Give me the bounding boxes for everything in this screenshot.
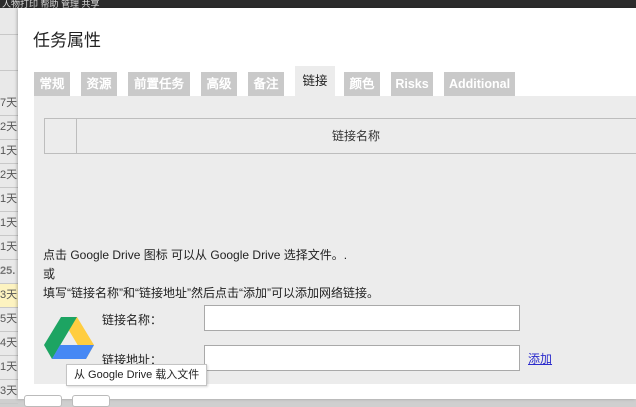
background-toolbar-cell	[0, 8, 18, 35]
gdrive-tooltip: 从 Google Drive 载入文件	[66, 364, 208, 386]
background-row: 25.	[0, 260, 18, 284]
background-row: 1天	[0, 236, 18, 260]
link-name-label: 链接名称：	[102, 313, 163, 327]
background-task-grid: 7天 2天 1天 2天 1天 1天 1天 25. 3天 5天 4天 1天 3天	[0, 8, 19, 404]
task-properties-dialog: 任务属性 常规 资源 前置任务 高级 备注 链接 颜色 Risks Additi…	[18, 8, 636, 399]
background-row: 2天	[0, 164, 18, 188]
background-row: 1天	[0, 188, 18, 212]
background-row: 3天	[0, 284, 18, 308]
background-row: 7天	[0, 92, 18, 116]
link-name-column-header[interactable]: 链接名称	[76, 119, 636, 153]
web-link-instruction: 填写“链接名称”和“链接地址”然后点击“添加”可以添加网络链接。	[43, 286, 379, 300]
google-drive-icon[interactable]	[44, 317, 94, 361]
links-panel: 链接名称 点击 Google Drive 图标 可以从 Google Drive…	[34, 96, 636, 384]
links-table-header: 链接名称	[44, 118, 636, 154]
gdrive-instruction: 点击 Google Drive 图标 可以从 Google Drive 选择文件…	[43, 248, 348, 262]
tab-notes[interactable]: 备注	[248, 72, 284, 96]
link-url-input[interactable]	[204, 345, 520, 371]
dialog-title: 任务属性	[33, 31, 101, 50]
dialog-button-partial[interactable]	[24, 395, 62, 407]
tab-predecessors[interactable]: 前置任务	[128, 72, 190, 96]
tab-additional[interactable]: Additional	[444, 72, 515, 96]
tab-links[interactable]: 链接	[295, 66, 335, 96]
or-text: 或	[43, 267, 56, 281]
background-menu-bar: 人物打印 帮助 管理 共享	[0, 0, 636, 8]
dialog-button-partial[interactable]	[72, 395, 110, 407]
background-row: 1天	[0, 140, 18, 164]
add-link-button[interactable]: 添加	[528, 350, 552, 367]
background-row: 3天	[0, 380, 18, 404]
link-name-input[interactable]	[204, 305, 520, 331]
tab-colors[interactable]: 颜色	[344, 72, 380, 96]
background-row: 2天	[0, 116, 18, 140]
tab-resources[interactable]: 资源	[81, 72, 117, 96]
tab-risks[interactable]: Risks	[391, 72, 433, 96]
background-row: 5天	[0, 308, 18, 332]
background-row: 4天	[0, 332, 18, 356]
tab-advanced[interactable]: 高级	[201, 72, 237, 96]
background-row: 1天	[0, 212, 18, 236]
select-column-header[interactable]	[44, 119, 77, 153]
background-header-cell	[0, 34, 18, 71]
background-row: 1天	[0, 356, 18, 380]
tab-general[interactable]: 常规	[34, 72, 70, 96]
